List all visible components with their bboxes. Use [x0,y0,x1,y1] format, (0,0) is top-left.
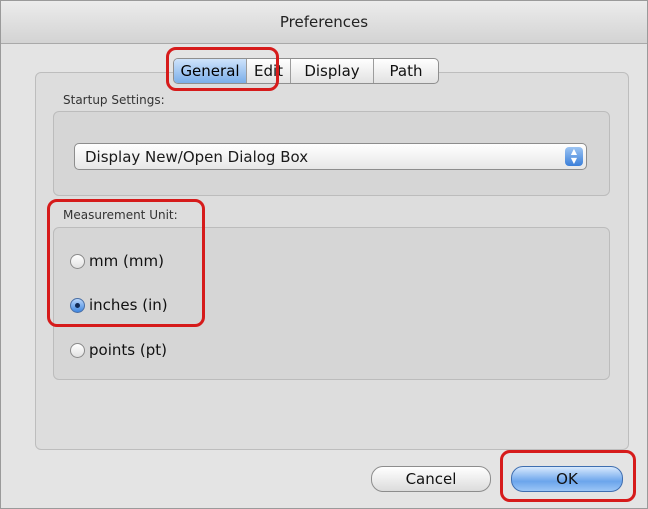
tab-general[interactable]: General [174,59,246,83]
popup-arrows-icon: ▲ ▼ [565,147,583,166]
radio-inches-label: inches (in) [89,296,168,314]
radio-mm-label: mm (mm) [89,252,164,270]
cancel-button[interactable]: Cancel [371,466,491,492]
radio-button-icon[interactable] [70,342,85,358]
ok-button[interactable]: OK [511,466,623,492]
tab-display[interactable]: Display [290,59,373,83]
startup-settings-popup[interactable]: Display New/Open Dialog Box ▲ ▼ [74,143,587,170]
radio-points-label: points (pt) [89,341,167,359]
radio-points[interactable]: points (pt) [70,339,167,361]
radio-button-selected-icon[interactable] [70,297,85,313]
radio-button-icon[interactable] [70,253,85,269]
preferences-window: Preferences General Edit Display Path St… [0,0,648,509]
radio-mm[interactable]: mm (mm) [70,250,164,272]
tab-path[interactable]: Path [373,59,438,83]
window-title: Preferences [1,1,647,44]
radio-inches[interactable]: inches (in) [70,294,168,316]
tab-bar: General Edit Display Path [173,58,439,84]
measurement-unit-label: Measurement Unit: [63,208,178,222]
tab-edit[interactable]: Edit [246,59,290,83]
startup-settings-value: Display New/Open Dialog Box [85,148,309,166]
startup-settings-label: Startup Settings: [63,93,165,107]
